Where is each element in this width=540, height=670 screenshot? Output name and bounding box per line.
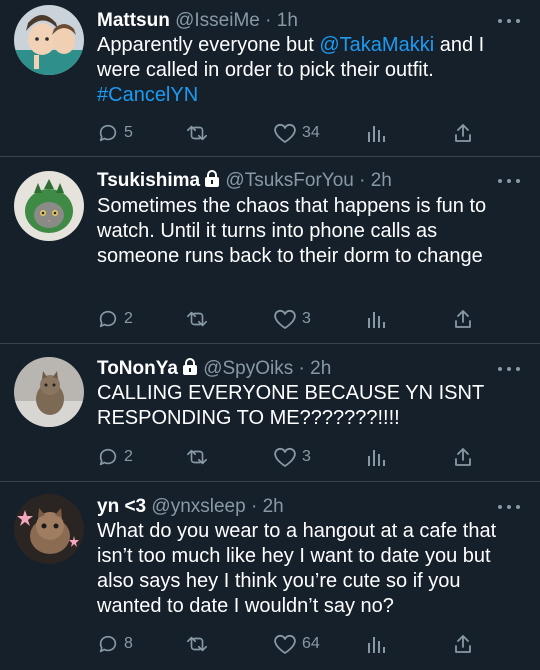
analytics-button[interactable]: [366, 445, 386, 469]
retweet-icon: [187, 125, 207, 141]
separator-dot: ·: [353, 170, 371, 191]
like-count: 64: [302, 635, 320, 652]
retweet-icon: [187, 636, 207, 652]
avatar[interactable]: [14, 357, 84, 427]
tweet[interactable]: yn <3 @ynxsleep · 2h What do you wear to…: [0, 482, 540, 670]
tweet-actions: 2 3: [0, 307, 540, 331]
kitten-with-stars-avatar: [14, 494, 84, 564]
display-name[interactable]: Mattsun: [97, 10, 170, 31]
retweet-icon: [187, 311, 207, 327]
avatar[interactable]: [14, 171, 84, 241]
tweet-header: ToNonYa @SpyOiks · 2h: [97, 356, 490, 382]
analytics-icon: [368, 312, 385, 328]
tweet-actions: 8 64: [0, 632, 540, 656]
like-button[interactable]: 64: [273, 632, 320, 656]
analytics-icon: [368, 637, 385, 653]
display-name[interactable]: yn <3: [97, 496, 146, 517]
avatar[interactable]: [14, 494, 84, 564]
timestamp[interactable]: 2h: [310, 358, 331, 379]
tweet-header: Mattsun @IsseiMe · 1h: [97, 8, 490, 34]
retweet-button[interactable]: [184, 121, 215, 145]
reply-count: 2: [124, 310, 133, 327]
more-options-icon[interactable]: [498, 17, 520, 25]
share-icon: [455, 448, 471, 466]
analytics-icon: [368, 450, 385, 466]
separator-dot: ·: [245, 496, 263, 517]
retweet-button[interactable]: [184, 445, 215, 469]
tweet[interactable]: ToNonYa @SpyOiks · 2h CALLING EVERYONE B…: [0, 344, 540, 482]
heart-icon: [274, 123, 296, 143]
separator-dot: ·: [259, 10, 277, 31]
cat-photo-avatar: [14, 357, 84, 427]
tweet[interactable]: Tsukishima @TsuksForYou · 2h Sometimes t…: [0, 157, 540, 344]
more-options-icon[interactable]: [498, 177, 520, 185]
analytics-button[interactable]: [366, 121, 386, 145]
like-button[interactable]: 3: [273, 445, 311, 469]
tweet-text: CALLING EVERYONE BECAUSE YN ISNT RESPOND…: [97, 382, 484, 429]
reply-count: 5: [124, 124, 133, 141]
analytics-button[interactable]: [366, 632, 386, 656]
timestamp[interactable]: 2h: [263, 496, 284, 517]
lock-icon: [182, 358, 197, 375]
tweet-text-part: Apparently everyone but: [97, 34, 320, 56]
timestamp[interactable]: 2h: [371, 170, 392, 191]
reply-icon: [99, 635, 117, 653]
reply-button[interactable]: 5: [97, 121, 133, 145]
tweet[interactable]: Mattsun @IsseiMe · 1h Apparently everyon…: [0, 0, 540, 157]
avatar[interactable]: [14, 5, 84, 75]
heart-icon: [274, 447, 296, 467]
like-count: 34: [302, 124, 320, 141]
retweet-icon: [187, 449, 207, 465]
tweet-actions: 2 3: [0, 445, 540, 469]
tweet-actions: 5 34: [0, 121, 540, 145]
analytics-icon: [368, 126, 385, 142]
cat-in-dino-hood-avatar: [14, 171, 84, 241]
reply-icon: [99, 448, 117, 466]
share-icon: [455, 124, 471, 142]
like-count: 3: [302, 448, 311, 465]
separator-dot: ·: [293, 358, 311, 379]
retweet-button[interactable]: [184, 632, 215, 656]
timeline-feed: Mattsun @IsseiMe · 1h Apparently everyon…: [0, 0, 540, 670]
tweet-text: What do you wear to a hangout at a cafe …: [97, 520, 497, 617]
share-button[interactable]: [453, 307, 473, 331]
user-handle[interactable]: @TsuksForYou: [225, 170, 353, 191]
heart-icon: [274, 309, 296, 329]
tweet-text: Sometimes the chaos that happens is fun …: [97, 195, 487, 267]
tweet-text: Apparently everyone but @TakaMakki and I…: [97, 33, 522, 108]
share-icon: [455, 310, 471, 328]
user-handle[interactable]: @ynxsleep: [151, 496, 245, 517]
analytics-button[interactable]: [366, 307, 386, 331]
display-name[interactable]: ToNonYa: [97, 358, 178, 379]
like-button[interactable]: 3: [273, 307, 311, 331]
share-button[interactable]: [453, 632, 473, 656]
anime-character-avatar: [14, 5, 84, 75]
like-count: 3: [302, 310, 311, 327]
reply-count: 2: [124, 448, 133, 465]
reply-icon: [99, 310, 117, 328]
tweet-header: Tsukishima @TsuksForYou · 2h: [97, 168, 490, 194]
timestamp[interactable]: 1h: [277, 10, 298, 31]
tweet-header: yn <3 @ynxsleep · 2h: [97, 494, 490, 520]
share-icon: [455, 635, 471, 653]
display-name[interactable]: Tsukishima: [97, 170, 200, 191]
like-button[interactable]: 34: [273, 121, 320, 145]
reply-button[interactable]: 8: [97, 632, 133, 656]
more-options-icon[interactable]: [498, 365, 520, 373]
reply-icon: [99, 124, 117, 142]
mention-link[interactable]: @TakaMakki: [319, 34, 434, 56]
reply-button[interactable]: 2: [97, 307, 133, 331]
hashtag-link[interactable]: #CancelYN: [97, 84, 198, 106]
retweet-button[interactable]: [184, 307, 215, 331]
share-button[interactable]: [453, 121, 473, 145]
user-handle[interactable]: @SpyOiks: [203, 358, 293, 379]
share-button[interactable]: [453, 445, 473, 469]
user-handle[interactable]: @IsseiMe: [175, 10, 260, 31]
reply-button[interactable]: 2: [97, 445, 133, 469]
more-options-icon[interactable]: [498, 503, 520, 511]
reply-count: 8: [124, 635, 133, 652]
lock-icon: [205, 170, 220, 187]
heart-icon: [274, 634, 296, 654]
